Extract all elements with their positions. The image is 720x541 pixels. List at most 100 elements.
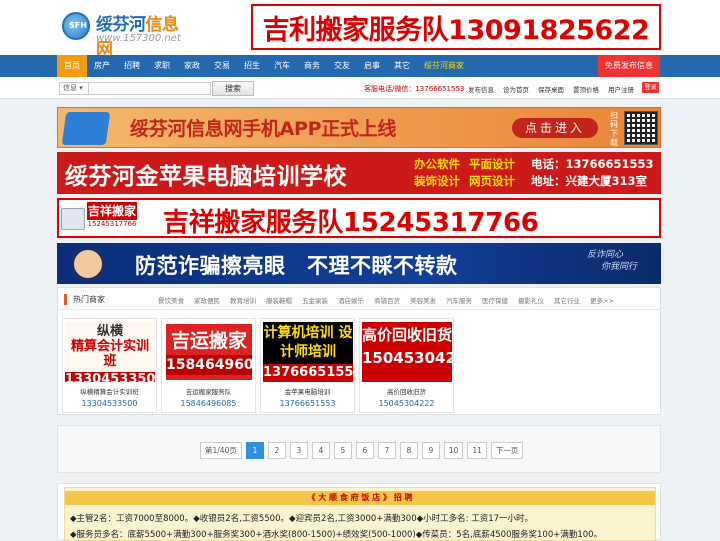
moving-service-banner[interactable]: 吉祥搬家 15245317766 吉祥搬家服务队15245317766 xyxy=(57,198,661,238)
page-number[interactable]: 11 xyxy=(467,442,487,459)
page-number[interactable]: 7 xyxy=(377,442,396,459)
card-image-phone: 15045304222 xyxy=(362,349,452,367)
page-current[interactable]: 1 xyxy=(245,442,264,459)
main-nav: 首页 房产 招聘 求职 家政 交易 招生 汽车 商务 交友 启事 其它 绥芬河商家 免费发布信息 xyxy=(0,55,720,77)
phone-icon xyxy=(61,112,111,145)
training-phone: 电话：13766651553 xyxy=(531,157,654,171)
merchant-name[interactable]: 高价回收旧货 xyxy=(360,386,453,396)
post-info-button[interactable]: 免费发布信息 xyxy=(598,55,660,77)
logo-name-a: 绥芬河 xyxy=(96,15,146,35)
qr-code-icon xyxy=(624,111,658,145)
merchant-card-image: 计算机培训 设计师培训 13766651553 xyxy=(263,322,353,382)
merchant-category-link[interactable]: 家政便民 xyxy=(194,295,220,305)
hot-merchants-header: 热门商家 餐饮美食 家政便民 教育培训 服装鞋帽 五金家装 酒店娱乐 商铺百货 美容美发 汽车服… xyxy=(58,288,660,310)
nav-item[interactable]: 商务 xyxy=(297,55,327,77)
merchant-name[interactable]: 吉运搬家服务队 xyxy=(162,386,255,396)
merchant-card[interactable]: 吉运搬家 15846496085 吉运搬家服务队 15846496085 xyxy=(161,318,256,413)
nav-item[interactable]: 招生 xyxy=(237,55,267,77)
merchant-card[interactable]: 高价回收旧货 15045304222 高价回收旧货 15045304222 xyxy=(359,318,454,413)
next-page-button[interactable]: 下一页 xyxy=(490,442,524,459)
job-posting-line: ◆主管2名：工资7000至8000。◆收银员2名,工资5500。◆迎宾员2名,工… xyxy=(70,514,534,524)
merchant-category-link[interactable]: 餐饮美食 xyxy=(158,295,184,305)
page-number[interactable]: 5 xyxy=(333,442,352,459)
merchant-category-links: 餐饮美食 家政便民 教育培训 服装鞋帽 五金家装 酒店娱乐 商铺百货 美容美发 汽车服务 医疗保健… xyxy=(158,295,614,305)
pagination-box: 第1/40页 1 2 3 4 5 6 7 8 9 10 11 下一页 xyxy=(57,425,661,473)
page-number[interactable]: 10 xyxy=(443,442,464,459)
customer-service-contact: 客服电话/微信：13766651553 xyxy=(364,85,465,93)
logo-emblem-icon: SFH xyxy=(62,12,90,40)
nav-item[interactable]: 家政 xyxy=(177,55,207,77)
merchant-category-link[interactable]: 服装鞋帽 xyxy=(266,295,292,305)
page-number[interactable]: 2 xyxy=(267,442,286,459)
merchant-card[interactable]: 纵横 精算会计实训班 13304533500 纵横精算会计实训班 1330453… xyxy=(62,318,157,413)
merchant-phone: 13766651553 xyxy=(279,399,336,408)
nav-item[interactable]: 交友 xyxy=(327,55,357,77)
nav-item[interactable]: 启事 xyxy=(357,55,387,77)
merchant-card[interactable]: 计算机培训 设计师培训 13766651553 金苹果电脑培训 13766651… xyxy=(260,318,355,413)
toolbar-link[interactable]: 保存桌面 xyxy=(538,84,564,94)
page-number[interactable]: 3 xyxy=(289,442,308,459)
app-enter-button[interactable]: 点击进入 xyxy=(512,118,598,138)
training-courses-col1: 办公软件 装饰设计 xyxy=(414,156,460,190)
merchant-name[interactable]: 纵横精算会计实训班 xyxy=(63,386,156,396)
search-input[interactable] xyxy=(89,82,211,95)
anti-fraud-banner[interactable]: 防范诈骗擦亮眼 不理不睬不转款 反诈同心 你我同行 xyxy=(57,243,661,284)
job-posting-body: 《 大 顺 食 府 饭 店 》 招 聘 ◆主管2名：工资7000至8000。◆收… xyxy=(64,487,656,541)
toolbar-link[interactable]: 置顶价格 xyxy=(573,84,599,94)
login-button[interactable]: 登录 xyxy=(642,82,659,93)
moving-tag-phone: 15245317766 xyxy=(87,220,137,228)
toolbar-link[interactable]: 用户注册 xyxy=(608,84,634,94)
nav-item[interactable]: 房产 xyxy=(87,55,117,77)
toolbar-link[interactable]: 发布信息 xyxy=(468,84,494,94)
nav-item[interactable]: 求职 xyxy=(147,55,177,77)
nav-item[interactable]: 其它 xyxy=(387,55,417,77)
training-courses-col2: 平面设计 网页设计 xyxy=(469,156,515,190)
nav-item-home[interactable]: 首页 xyxy=(57,55,87,77)
merchant-category-link[interactable]: 汽车服务 xyxy=(446,295,472,305)
page-number[interactable]: 6 xyxy=(355,442,374,459)
merchant-category-link[interactable]: 商铺百货 xyxy=(374,295,400,305)
training-address: 地址：兴建大厦313室 xyxy=(531,174,648,188)
police-mascot-icon xyxy=(71,247,105,281)
page-number[interactable]: 8 xyxy=(399,442,418,459)
toolbar-link[interactable]: 设为首页 xyxy=(503,84,529,94)
merchant-card-image: 纵横 精算会计实训班 13304533500 xyxy=(65,322,155,382)
job-posting: 《 大 顺 食 府 饭 店 》 招 聘 ◆主管2名：工资7000至8000。◆收… xyxy=(57,483,661,541)
merchant-category-link[interactable]: 医疗保健 xyxy=(482,295,508,305)
training-contact: 电话：13766651553 地址：兴建大厦313室 xyxy=(531,156,654,190)
merchant-phone: 15045304222 xyxy=(378,399,435,408)
moving-banner-text: 吉祥搬家服务队15245317766 xyxy=(163,208,539,238)
card-image-text: 纵横 xyxy=(96,324,123,339)
nav-item[interactable]: 交易 xyxy=(207,55,237,77)
page-summary[interactable]: 第1/40页 xyxy=(200,442,242,459)
merchant-category-link[interactable]: 五金家装 xyxy=(302,295,328,305)
top-ad-banner[interactable]: 吉利搬家服务队13091825622 xyxy=(251,4,661,50)
merchant-category-link[interactable]: 酒店娱乐 xyxy=(338,295,364,305)
job-posting-title[interactable]: 《 大 顺 食 府 饭 店 》 招 聘 xyxy=(65,491,655,505)
more-categories-link[interactable]: 更多>> xyxy=(590,295,614,305)
hot-merchants-title: 热门商家 xyxy=(73,295,105,304)
merchant-category-link[interactable]: 摄影礼仪 xyxy=(518,295,544,305)
app-launch-banner[interactable]: 绥芬河信息网手机APP正式上线 点击进入 扫码下载 xyxy=(57,107,661,148)
site-logo[interactable]: SFH 绥芬河信息网 www.157300.net xyxy=(62,10,192,60)
training-course: 平面设计 xyxy=(469,157,515,171)
merchant-name[interactable]: 金苹果电脑培训 xyxy=(261,386,354,396)
nav-item[interactable]: 绥芬河商家 xyxy=(417,55,471,77)
truck-icon xyxy=(61,208,85,230)
training-school-banner[interactable]: 绥芬河金苹果电脑培训学校 办公软件 装饰设计 平面设计 网页设计 电话：137666… xyxy=(57,152,661,194)
search-category-select[interactable]: 信息 ▾ xyxy=(59,82,89,95)
merchant-category-link[interactable]: 美容美发 xyxy=(410,295,436,305)
merchant-category-link[interactable]: 其它行业 xyxy=(554,295,580,305)
nav-items: 首页 房产 招聘 求职 家政 交易 招生 汽车 商务 交友 启事 其它 绥芬河商家 xyxy=(57,55,471,77)
nav-item[interactable]: 汽车 xyxy=(267,55,297,77)
search-button[interactable]: 搜索 xyxy=(212,81,254,96)
merchant-card-image: 高价回收旧货 15045304222 xyxy=(362,322,452,382)
page-number[interactable]: 4 xyxy=(311,442,330,459)
merchant-category-link[interactable]: 教育培训 xyxy=(230,295,256,305)
merchant-cards: 纵横 精算会计实训班 13304533500 纵横精算会计实训班 1330453… xyxy=(62,318,454,413)
page-number[interactable]: 9 xyxy=(421,442,440,459)
site-header: SFH 绥芬河信息网 www.157300.net 吉利搬家服务队1309182… xyxy=(0,0,720,60)
merchant-card-image: 吉运搬家 15846496085 xyxy=(164,322,254,382)
nav-item[interactable]: 招聘 xyxy=(117,55,147,77)
pagination: 第1/40页 1 2 3 4 5 6 7 8 9 10 11 下一页 xyxy=(200,442,524,459)
